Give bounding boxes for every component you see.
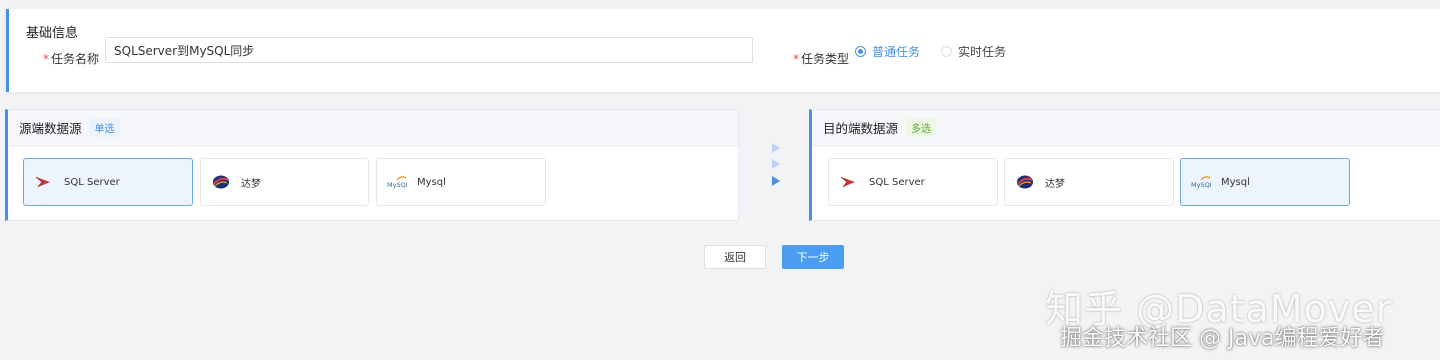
task-name-label: * 任务名称: [43, 52, 100, 66]
multi-select-tag: 多选: [906, 118, 937, 137]
target-datasource-panel: 目的端数据源 多选 SQL Server 达梦 MySQL Mysql: [809, 109, 1440, 221]
target-panel-title: 目的端数据源: [823, 121, 899, 136]
mysql-logo: MySQL: [1191, 176, 1211, 189]
datasource-label: 达梦: [1045, 178, 1065, 190]
target-card-mysql[interactable]: MySQL Mysql: [1180, 158, 1350, 206]
datasource-label: SQL Server: [869, 176, 925, 188]
radio-checked-icon: [855, 45, 866, 57]
source-card-sqlserver[interactable]: SQL Server: [23, 158, 193, 206]
datasource-label: SQL Server: [64, 176, 120, 188]
datasource-label: Mysql: [1221, 176, 1250, 188]
basic-info-card: 基础信息 *任务名称 *任务类型 普通任务 实时任务: [6, 9, 1440, 92]
target-card-dameng[interactable]: 达梦: [1004, 158, 1174, 206]
target-panel-header: 目的端数据源 多选: [812, 110, 1440, 146]
mysql-logo: MySQL: [387, 176, 407, 189]
arrow-right-icon: [772, 176, 780, 186]
radio-unchecked-icon: [941, 45, 952, 57]
source-panel-title: 源端数据源: [19, 121, 82, 136]
source-panel-header: 源端数据源 单选: [8, 110, 738, 146]
svg-text:MySQL: MySQL: [387, 181, 407, 189]
dameng-logo: [213, 175, 229, 189]
single-select-tag: 单选: [89, 118, 120, 137]
sqlserver-logo: [840, 176, 855, 188]
datasource-label: Mysql: [417, 176, 446, 188]
datasource-label: 达梦: [241, 178, 261, 190]
task-name-input[interactable]: [105, 37, 753, 63]
source-card-mysql[interactable]: MySQL Mysql: [376, 158, 546, 206]
source-card-dameng[interactable]: 达梦: [200, 158, 369, 206]
source-datasource-panel: 源端数据源 单选 SQL Server 达梦 MySQL Mysql: [5, 109, 739, 221]
basic-info-title: 基础信息: [26, 26, 79, 41]
arrow-right-icon: [772, 159, 780, 169]
sqlserver-logo: [35, 176, 50, 188]
arrow-right-icon: [772, 143, 780, 153]
task-type-radio-realtime[interactable]: 实时任务: [941, 43, 1006, 59]
svg-text:MySQL: MySQL: [1191, 181, 1211, 189]
next-step-button[interactable]: 下一步: [782, 245, 844, 269]
target-card-sqlserver[interactable]: SQL Server: [828, 158, 998, 206]
dameng-logo: [1017, 175, 1033, 189]
task-type-radio-normal[interactable]: 普通任务: [855, 43, 920, 59]
back-button[interactable]: 返回: [704, 245, 766, 269]
task-type-label: * 任务类型: [793, 52, 850, 66]
watermark-juejin: 掘金技术社区 @ Java编程爱好者: [1060, 326, 1385, 351]
